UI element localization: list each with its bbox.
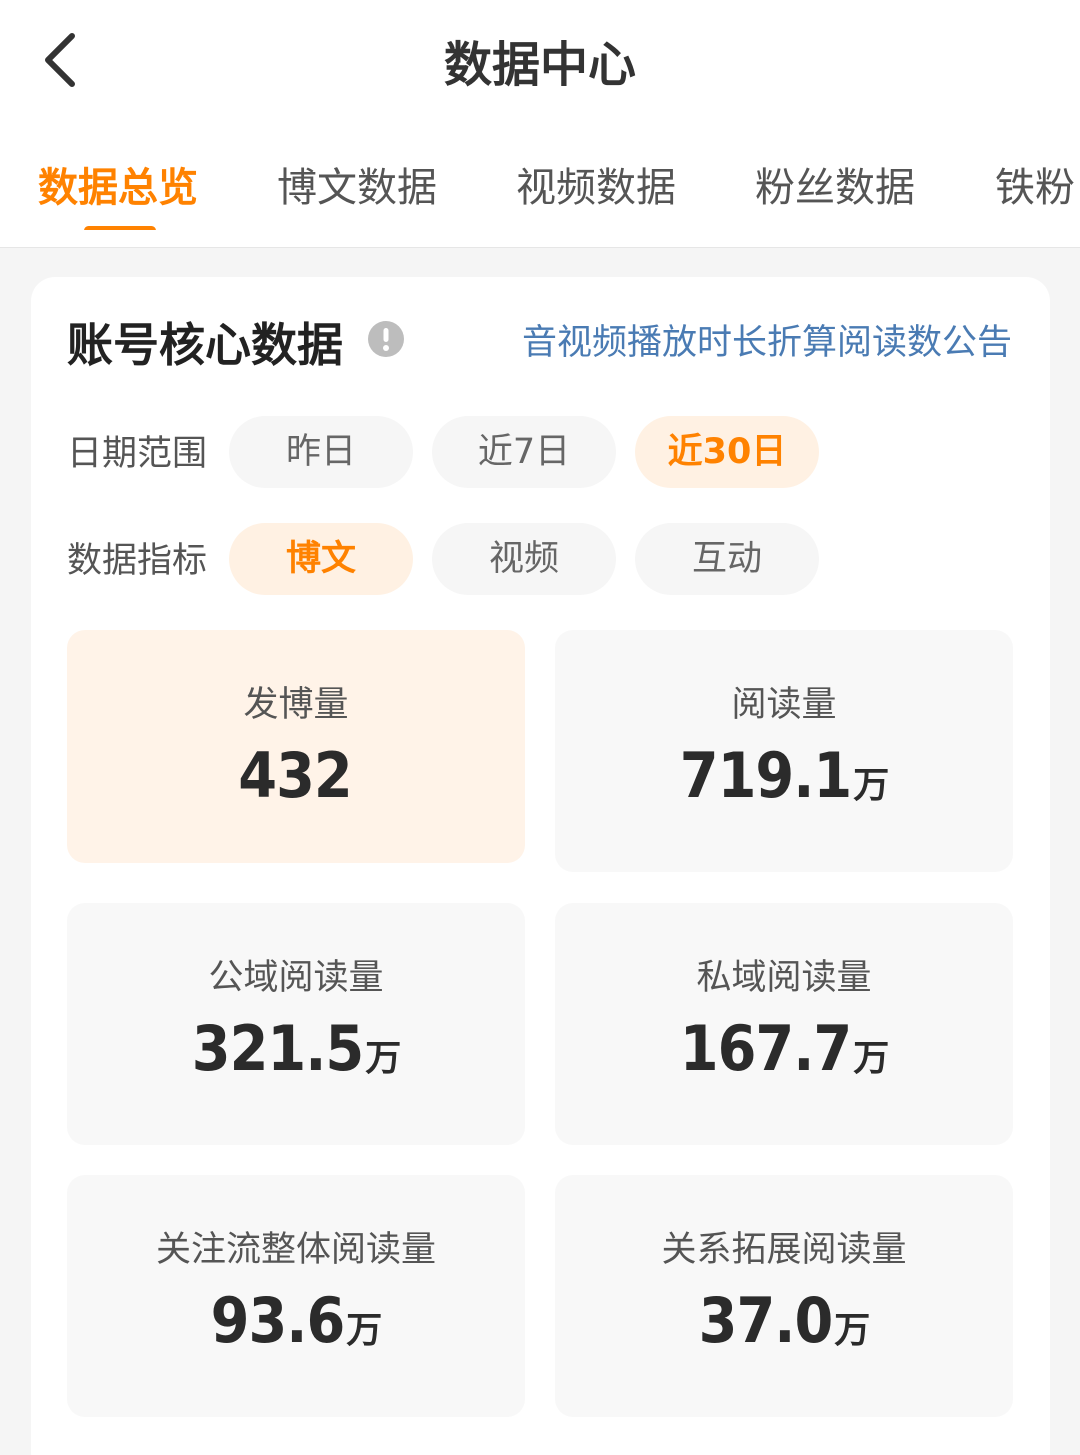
date-chip-30days[interactable]: 近30日: [635, 416, 819, 488]
metric-label: 关系拓展阅读量: [661, 1230, 907, 1270]
metric-card-follow-feed-reads[interactable]: 关注流整体阅读量 93.6万: [67, 1175, 525, 1417]
metric-card-public-reads[interactable]: 公域阅读量 321.5万: [67, 903, 525, 1145]
info-icon[interactable]: [368, 321, 404, 357]
metric-value: 432: [238, 739, 352, 812]
metric-card-relationship-reads[interactable]: 关系拓展阅读量 37.0万: [555, 1175, 1013, 1417]
metric-chip-interaction[interactable]: 互动: [635, 523, 819, 595]
metric-value: 167.7万: [679, 1012, 889, 1085]
metric-card-reads[interactable]: 阅读量 719.1万: [555, 630, 1013, 872]
metric-card-posts[interactable]: 发博量 432: [67, 630, 525, 863]
tab-overview[interactable]: 数据总览: [38, 160, 198, 216]
tab-video-data[interactable]: 视频数据: [516, 160, 676, 216]
date-range-label: 日期范围: [67, 434, 208, 474]
tab-fans-data[interactable]: 粉丝数据: [755, 160, 915, 216]
tab-post-data[interactable]: 博文数据: [277, 160, 437, 216]
date-chip-7days[interactable]: 近7日: [432, 416, 616, 488]
metric-value: 321.5万: [191, 1012, 401, 1085]
metric-card-private-reads[interactable]: 私域阅读量 167.7万: [555, 903, 1013, 1145]
metric-label: 关注流整体阅读量: [155, 1230, 436, 1270]
core-data-card: 账号核心数据 音视频播放时长折算阅读数公告 日期范围 昨日 近7日 近30日 数…: [31, 277, 1050, 1455]
metric-chip-video[interactable]: 视频: [432, 523, 616, 595]
playback-notice-link[interactable]: 音视频播放时长折算阅读数公告: [522, 317, 1012, 369]
page-title: 数据中心: [443, 37, 636, 93]
metric-value: 719.1万: [679, 739, 889, 812]
metric-label: 公域阅读量: [208, 958, 384, 998]
top-bar: 数据中心 数据总览 博文数据 视频数据 粉丝数据 铁粉: [0, 0, 1080, 248]
date-chip-yesterday[interactable]: 昨日: [229, 416, 413, 488]
card-title: 账号核心数据: [67, 318, 343, 372]
tab-bar: 数据总览 博文数据 视频数据 粉丝数据 铁粉: [0, 150, 1080, 230]
metric-value: 37.0万: [698, 1284, 871, 1357]
metric-type-label: 数据指标: [67, 541, 208, 581]
metric-label: 私域阅读量: [696, 958, 872, 998]
tab-active-indicator: [84, 226, 156, 230]
metric-label: 阅读量: [731, 685, 837, 725]
metric-chip-posts[interactable]: 博文: [229, 523, 413, 595]
metric-value: 93.6万: [210, 1284, 383, 1357]
tab-iron-fans[interactable]: 铁粉: [995, 160, 1075, 216]
metric-label: 发博量: [243, 685, 349, 725]
